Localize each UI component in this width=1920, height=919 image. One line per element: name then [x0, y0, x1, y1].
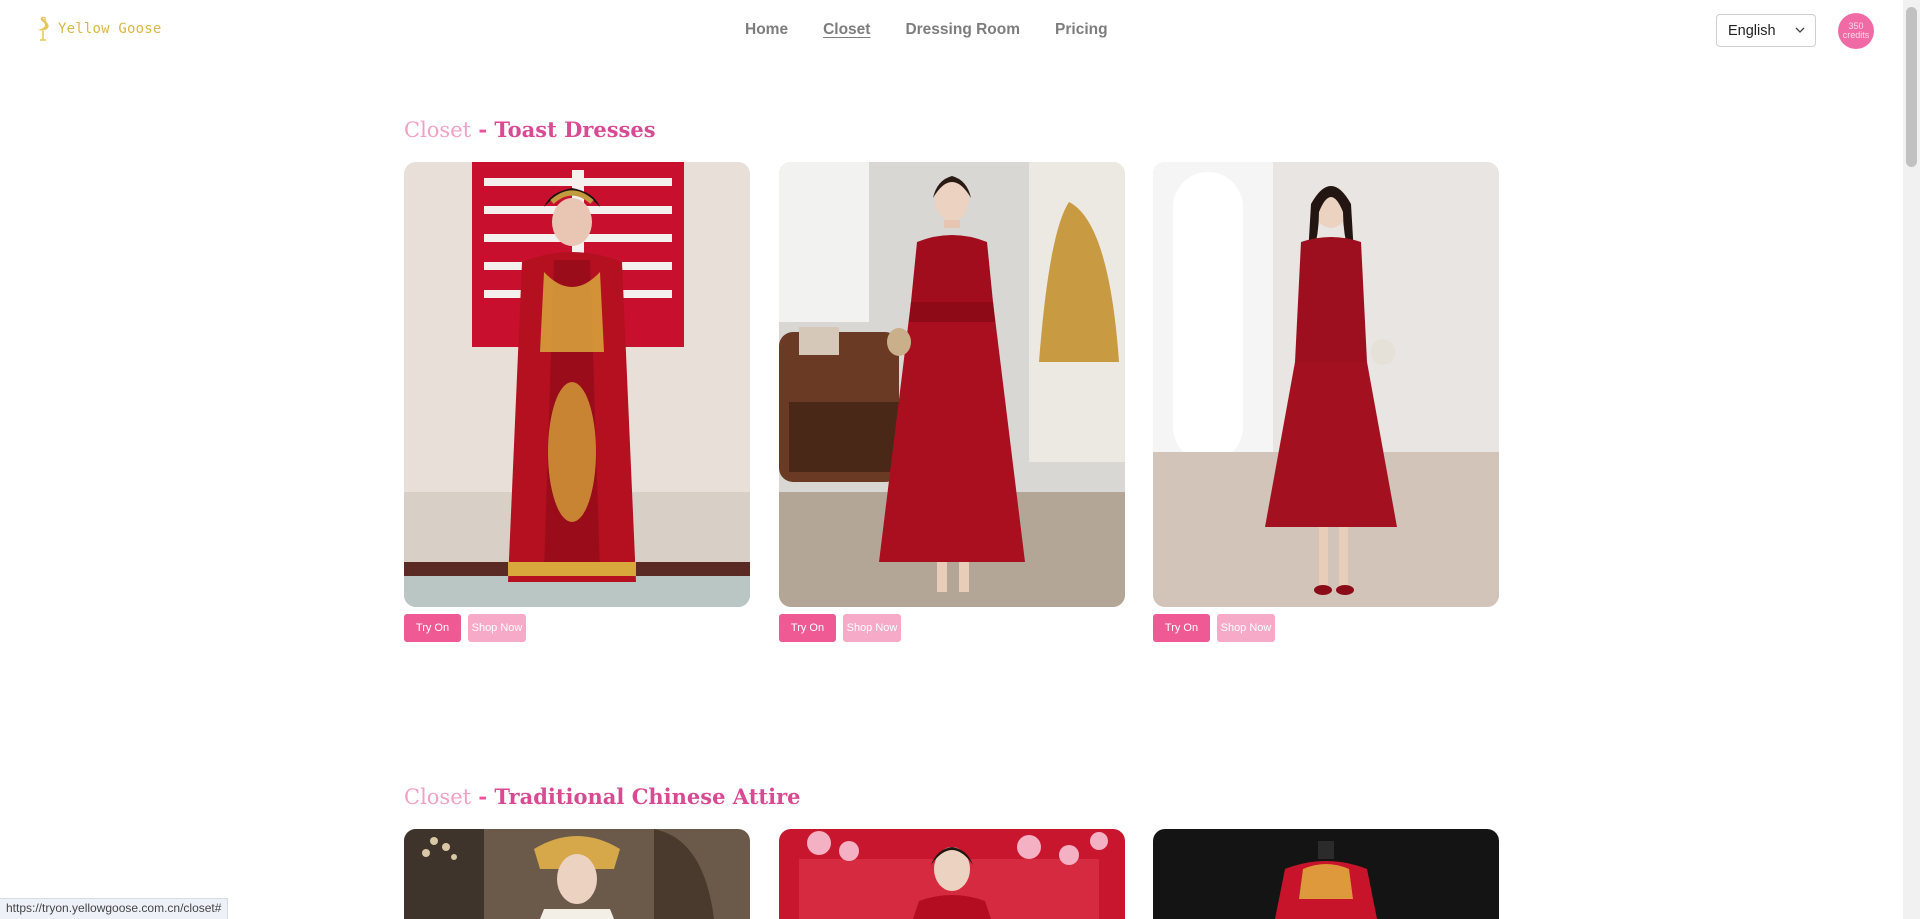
credits-avatar[interactable]: 350 credits [1838, 13, 1874, 49]
attire-photo-image [779, 829, 1125, 919]
card-actions: Try On Shop Now [1153, 614, 1275, 642]
shop-now-button[interactable]: Shop Now [468, 614, 526, 642]
dress-photo-image [1153, 162, 1499, 607]
dress-photo-red-embroidered-gown[interactable] [404, 162, 750, 607]
attire-photo-image [404, 829, 750, 919]
shop-now-button[interactable]: Shop Now [843, 614, 901, 642]
section-title-name: Toast Dresses [494, 117, 656, 142]
main-nav: Home Closet Dressing Room Pricing [745, 20, 1143, 40]
chevron-down-icon [1795, 27, 1805, 33]
nav-dressing-room[interactable]: Dressing Room [905, 20, 1020, 40]
card-actions: Try On Shop Now [404, 614, 526, 642]
brand-logo[interactable]: Yellow Goose [32, 14, 162, 44]
top-navigation-bar: Yellow Goose Home Closet Dressing Room P… [0, 0, 1903, 62]
section-title-separator: - [471, 117, 495, 142]
section-title-toast-dresses: Closet - Toast Dresses [404, 117, 656, 142]
attire-photo-bride-headdress[interactable] [404, 829, 750, 919]
shop-now-button[interactable]: Shop Now [1217, 614, 1275, 642]
attire-photo-red-jacket[interactable] [1153, 829, 1499, 919]
section-title-name: Traditional Chinese Attire [494, 784, 801, 809]
goose-icon [38, 16, 49, 41]
card-actions: Try On Shop Now [779, 614, 901, 642]
dress-photo-image [779, 162, 1125, 607]
language-select[interactable]: English [1716, 14, 1816, 47]
try-on-button[interactable]: Try On [779, 614, 836, 642]
section-title-prefix: Closet [404, 118, 472, 142]
try-on-button[interactable]: Try On [1153, 614, 1210, 642]
try-on-button[interactable]: Try On [404, 614, 461, 642]
section-title-separator: - [471, 784, 495, 809]
attire-photo-image [1153, 829, 1499, 919]
nav-closet[interactable]: Closet [823, 20, 870, 40]
link-status-bar: https://tryon.yellowgoose.com.cn/closet# [0, 898, 229, 919]
nav-home[interactable]: Home [745, 20, 788, 40]
credits-label: credits [1842, 30, 1870, 40]
nav-pricing[interactable]: Pricing [1055, 20, 1108, 40]
page-scrollbar[interactable] [1903, 0, 1920, 919]
dress-photo-red-maxi-dress[interactable] [779, 162, 1125, 607]
section-title-traditional-chinese-attire: Closet - Traditional Chinese Attire [404, 784, 801, 809]
attire-photo-bride-floral[interactable] [779, 829, 1125, 919]
section-title-prefix: Closet [404, 785, 472, 809]
language-select-value: English [1728, 22, 1776, 39]
dress-photo-red-midi-dress[interactable] [1153, 162, 1499, 607]
brand-name[interactable]: Yellow Goose [58, 21, 162, 37]
scrollbar-thumb[interactable] [1906, 7, 1917, 167]
dress-photo-image [404, 162, 750, 607]
